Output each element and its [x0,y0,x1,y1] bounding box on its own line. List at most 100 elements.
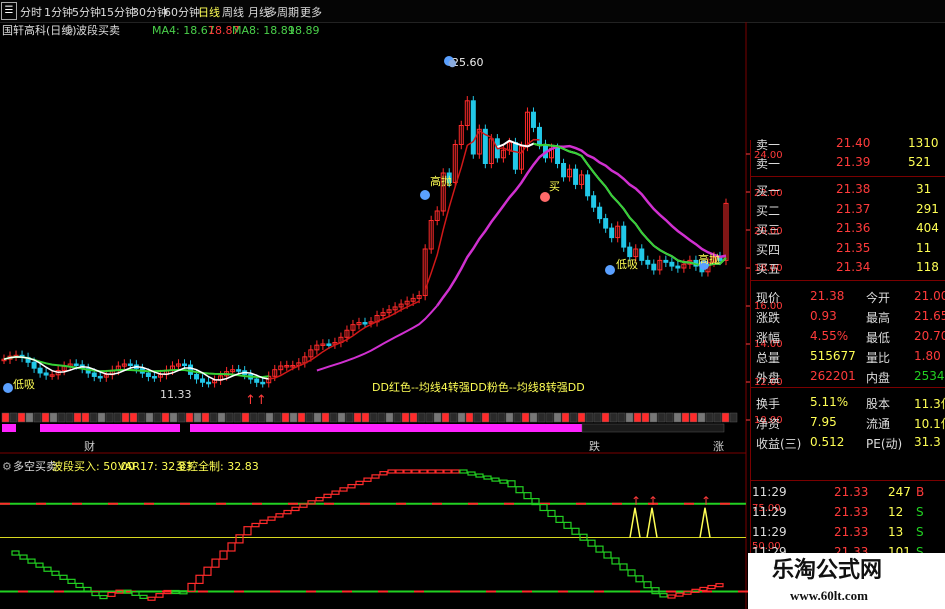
bid-label: 买三 [756,223,781,237]
bid-price: 21.34 [836,260,871,274]
oscillator-step [211,558,220,568]
oscillator-step [715,583,724,588]
period-tab-0[interactable]: 分时 [20,4,42,20]
quote-row: 净资 7.95 流通 10.1亿 [750,413,945,432]
oscillator-step [195,574,204,584]
period-tab-9[interactable]: 多周期 [266,4,299,20]
oscillator-step [683,590,692,595]
quote-label: PE(动) [866,437,903,451]
signal-cell [409,412,418,423]
watermark-name: 乐淘公式网 [772,558,883,583]
period-tab-6[interactable]: 日线 [198,4,220,20]
up-arrow-icon: ↑ [701,494,711,508]
quote-row: 涨跌 0.93 最高 21.65 [750,307,945,326]
oscillator-step [483,475,492,480]
oscillator-step [635,575,644,583]
candle-body [91,372,97,377]
ask-row: 卖一 21.40 1310 [750,134,945,153]
ask-label: 卖一 [756,138,781,152]
signal-cell [329,412,338,423]
oscillator-step [427,469,436,474]
tick-volume: 12 [888,505,904,519]
oscillator-step [467,471,476,476]
quote-label: 最高 [866,311,891,325]
oscillator-step [395,469,404,474]
quote-value: 7.95 [810,415,837,429]
lower-gear-icon[interactable]: ⚙ [2,460,12,473]
signal-cell [57,412,66,423]
tick-time: 11:29 [752,525,787,539]
candle-body [651,263,657,271]
oscillator-step [75,582,84,589]
oscillator-step [315,496,324,502]
signal-cell [145,412,154,423]
up-arrow-icon: ↑↑ [245,393,267,408]
oscillator-step [131,590,140,596]
buy-marker-icon [540,192,550,202]
lower-indicator-name[interactable]: 多空买卖 [13,460,57,473]
signal-cell [337,412,346,423]
period-tab-1[interactable]: 1分钟 [44,4,73,20]
bid-row: 买四 21.35 11 [750,239,945,258]
period-tab-5[interactable]: 60分钟 [164,4,200,20]
candlestick-chart[interactable]: ↑↑↑ ↑ ↑ [0,22,750,609]
signal-cell [225,412,234,423]
bid-price: 21.36 [836,221,871,235]
tick-price: 21.33 [834,505,869,519]
signal-cell [369,412,378,423]
signal-cell [289,412,298,423]
signal-cell [697,412,706,423]
signal-cell [305,412,314,423]
period-tab-2[interactable]: 5分钟 [72,4,101,20]
ma-purple-line [436,144,727,307]
candle-body [206,381,212,385]
bid-label: 买四 [756,242,781,257]
menu-icon[interactable]: ☰ [1,2,17,20]
signal-cell [505,412,514,423]
signal-cell [33,412,42,423]
candle-body [236,369,242,372]
oscillator-step [235,534,244,544]
tick-volume: 13 [888,525,904,539]
oscillator-step [355,480,364,486]
oscillator-step [19,554,28,560]
quote-label: 最低 [866,331,891,345]
period-tab-3[interactable]: 15分钟 [100,4,136,20]
signal-peak [646,507,658,538]
period-tab-10[interactable]: 更多 [300,4,322,20]
signal-cell [249,412,258,423]
oscillator-step [659,593,668,598]
lower-value-3: 至控全制: 32.83 [176,460,259,473]
period-tab-4[interactable]: 30分钟 [132,4,168,20]
quote-label: 外盘 [756,371,781,385]
signal-cell [297,412,306,423]
quote-label: 总量 [756,351,781,365]
ask-volume: 521 [908,155,931,169]
signal-cell [49,412,58,423]
oscillator-step [675,592,684,597]
candle-body [200,378,206,383]
quote-value: 253476 [914,369,945,383]
signal-cell [17,412,26,423]
oscillator-step [699,586,708,592]
signal-cell [281,412,290,423]
candle-body [621,225,627,248]
band-label-2: 跌 [589,440,600,453]
oscillator-step [291,506,300,512]
divider [750,387,945,388]
candle-body [512,142,518,170]
candle-body [254,378,260,383]
period-tab-7[interactable]: 周线 [222,4,244,20]
quote-value: 21.00 [914,289,945,303]
signal-cell [217,412,226,423]
tick-price: 21.33 [834,525,869,539]
oscillator-step [419,469,428,474]
signal-cell [273,412,282,423]
marker-high-sell-2: 高抛 [698,253,720,266]
signal-cell [705,412,714,423]
sell-marker-icon [3,383,13,393]
signal-cell [553,412,562,423]
bid-price: 21.35 [836,240,871,255]
oscillator-step [27,558,36,564]
oscillator-step [507,480,516,488]
